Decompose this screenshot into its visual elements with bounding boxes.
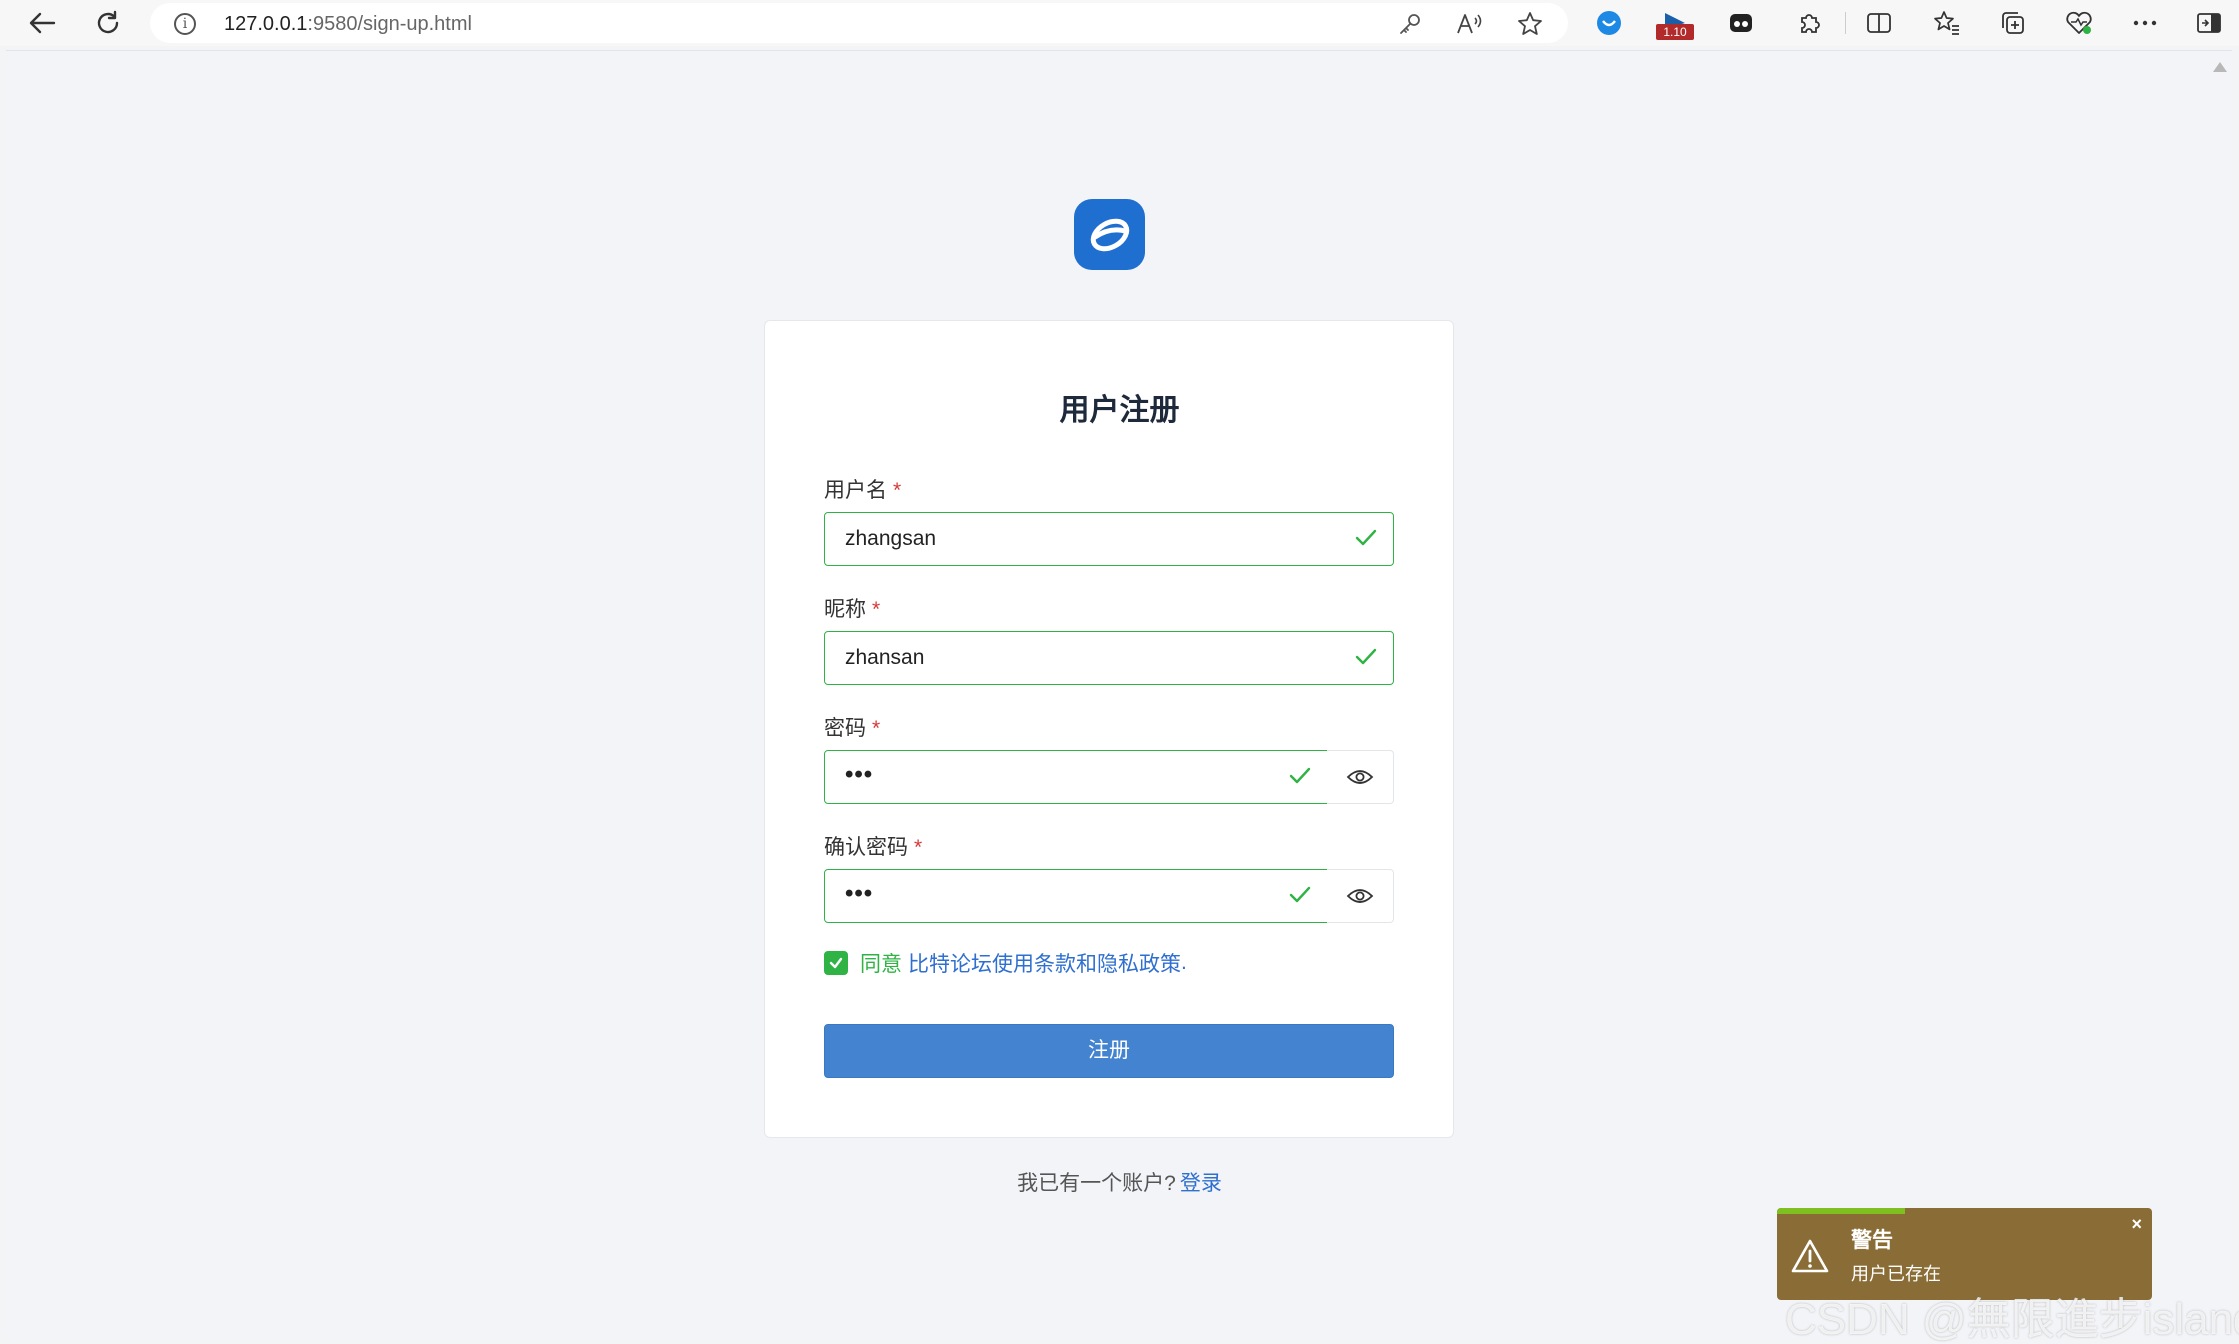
check-icon	[1289, 886, 1311, 903]
nickname-label: 昵称 *	[824, 598, 881, 621]
page-title: 用户注册	[1059, 394, 1180, 427]
collections-icon[interactable]	[1996, 7, 2030, 39]
browser-toolbar: i 127.0.0.1:9580/sign-up.html 1.10	[0, 0, 2239, 46]
warning-icon	[1791, 1239, 1829, 1273]
url-text[interactable]: 127.0.0.1:9580/sign-up.html	[224, 13, 472, 36]
toast-title: 警告	[1851, 1229, 1893, 1252]
terms-checkbox[interactable]	[824, 951, 848, 975]
nickname-input[interactable]: zhansan	[824, 631, 1394, 685]
agree-text: 同意	[860, 953, 902, 976]
nickname-value: zhansan	[845, 646, 925, 669]
check-icon	[1355, 648, 1377, 665]
star-icon[interactable]	[1516, 11, 1544, 37]
split-screen-icon[interactable]	[1862, 7, 1896, 39]
ellipsis-icon[interactable]	[2128, 7, 2162, 39]
extensions-puzzle-icon[interactable]	[1792, 7, 1826, 39]
watermark: CSDN @無限進步island	[1785, 1295, 2239, 1344]
key-icon[interactable]	[1396, 11, 1424, 37]
login-link[interactable]: 登录	[1180, 1172, 1222, 1195]
extension-badge: 1.10	[1656, 24, 1694, 40]
toast-progress-bar	[1777, 1208, 1905, 1214]
password-input[interactable]: •••	[824, 750, 1328, 804]
eye-icon	[1346, 889, 1374, 903]
check-icon	[1355, 529, 1377, 546]
confirm-password-input[interactable]: •••	[824, 869, 1328, 923]
favorites-icon[interactable]	[1930, 7, 1964, 39]
read-aloud-icon[interactable]	[1456, 11, 1484, 37]
eye-icon	[1346, 770, 1374, 784]
login-hint-text: 我已有一个账户?	[1017, 1172, 1176, 1195]
toolbar-divider	[1845, 12, 1846, 34]
browser-essentials-icon[interactable]	[2062, 7, 2096, 39]
terms-agree-row: 同意 比特论坛使用条款和隐私政策 .	[824, 949, 1187, 977]
register-button[interactable]: 注册	[824, 1024, 1394, 1078]
sidebar-toggle-icon[interactable]	[2192, 7, 2226, 39]
extension-game-icon[interactable]	[1724, 7, 1758, 39]
login-hint: 我已有一个账户? 登录	[0, 1167, 2239, 1197]
toast-close-button[interactable]: ×	[2131, 1214, 2142, 1235]
password-label: 密码 *	[824, 717, 881, 740]
username-value: zhangsan	[845, 527, 937, 550]
username-label: 用户名 *	[824, 479, 902, 502]
password-value: •••	[845, 761, 874, 788]
site-logo	[1074, 199, 1145, 270]
confirm-password-value: •••	[845, 880, 874, 907]
info-icon[interactable]: i	[174, 13, 196, 35]
show-password-button[interactable]	[1327, 750, 1394, 804]
agree-suffix: .	[1181, 951, 1187, 974]
check-icon	[1289, 767, 1311, 784]
confirm-password-label: 确认密码 *	[824, 836, 923, 859]
scroll-up-arrow[interactable]	[2213, 62, 2227, 72]
address-bar[interactable]: i 127.0.0.1:9580/sign-up.html	[150, 3, 1568, 43]
username-input[interactable]: zhangsan	[824, 512, 1394, 566]
show-confirm-password-button[interactable]	[1327, 869, 1394, 923]
logo-mark-icon	[1090, 218, 1129, 251]
terms-link[interactable]: 比特论坛使用条款和隐私政策	[908, 948, 1181, 978]
back-arrow-icon[interactable]	[22, 6, 62, 40]
refresh-icon[interactable]	[88, 6, 128, 40]
extension-shield-icon[interactable]	[1592, 7, 1626, 39]
checkbox-check-icon	[829, 957, 843, 969]
